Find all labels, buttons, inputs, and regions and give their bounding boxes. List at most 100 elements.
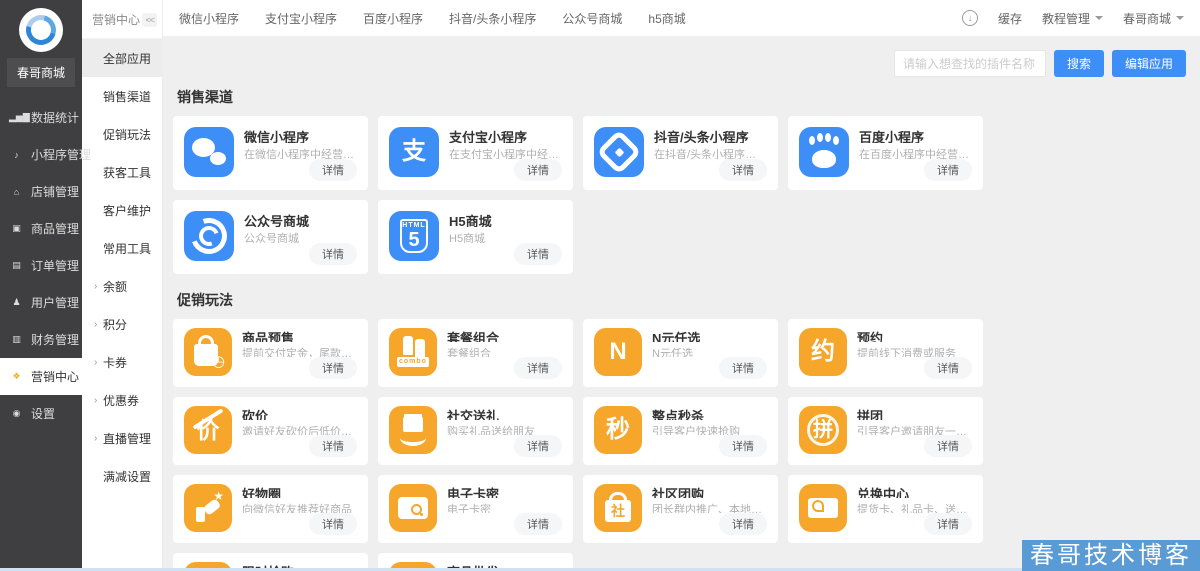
submenu-title: 营销中心: [92, 11, 140, 28]
top-navbar: 微信小程序 支付宝小程序 百度小程序 抖音/头条小程序 公众号商城 h5商城 ↓…: [163, 0, 1200, 37]
submenu-item[interactable]: 满减设置: [82, 457, 162, 495]
top-tab[interactable]: 抖音/头条小程序: [449, 10, 536, 27]
app-card-body: 抖音/头条小程序 在抖音/头条小程序中经营你的... 详情: [654, 127, 767, 181]
detail-button[interactable]: 详情: [514, 159, 562, 181]
detail-button[interactable]: 详情: [719, 513, 767, 535]
submenu-item[interactable]: 客户维护: [82, 191, 162, 229]
app-card[interactable]: 约 预约 提前线下消费或服务 详情: [788, 319, 983, 387]
detail-button[interactable]: 详情: [309, 513, 357, 535]
submenu-item[interactable]: 促销玩法: [82, 115, 162, 153]
detail-button[interactable]: 详情: [514, 357, 562, 379]
submenu-item[interactable]: › 直播管理: [82, 419, 162, 457]
detail-button[interactable]: 详情: [719, 159, 767, 181]
app-card-desc: 套餐组合: [447, 345, 562, 357]
app-card-icon: [389, 484, 437, 532]
app-card-icon: N: [594, 328, 642, 376]
section-title: 销售渠道: [177, 87, 1186, 107]
submenu-item[interactable]: 销售渠道: [82, 77, 162, 115]
chevron-right-icon: ›: [94, 281, 100, 292]
sidebar-item-label: 订单管理: [31, 257, 79, 274]
app-card[interactable]: 兑换中心 提货卡、礼品卡、送礼神器 详情: [788, 475, 983, 543]
submenu-item[interactable]: › 积分: [82, 305, 162, 343]
app-card[interactable]: ◷ 商品预售 提前交付定金，尾款享受优惠 详情: [173, 319, 368, 387]
detail-button[interactable]: 详情: [514, 513, 562, 535]
submenu-item[interactable]: › 卡券: [82, 343, 162, 381]
top-tab[interactable]: 百度小程序: [363, 10, 423, 27]
detail-button[interactable]: 详情: [514, 243, 562, 265]
sidebar-item[interactable]: ▣ 商品管理: [0, 210, 82, 247]
submenu-item[interactable]: 常用工具: [82, 229, 162, 267]
sidebar-item[interactable]: ⌂ 店铺管理: [0, 173, 82, 210]
app-card-icon: 5 HTML: [389, 211, 439, 261]
app-card[interactable]: 电子卡密 电子卡密 详情: [378, 475, 573, 543]
app-card[interactable]: 5 HTML H5商城 H5商城 详情: [378, 200, 573, 274]
top-tab[interactable]: 支付宝小程序: [265, 10, 337, 27]
icon-glyph: 支: [402, 140, 426, 164]
submenu-item-label: 销售渠道: [103, 88, 151, 105]
sidebar-item-icon: ▂▅▇: [9, 112, 24, 123]
app-card[interactable]: ★ 好物圈 向微信好友推荐好商品 详情: [173, 475, 368, 543]
detail-button[interactable]: 详情: [924, 435, 972, 457]
detail-button[interactable]: 详情: [719, 435, 767, 457]
detail-button[interactable]: 详情: [924, 159, 972, 181]
submenu-item-label: 全部应用: [103, 50, 151, 67]
submenu-item[interactable]: › 余额: [82, 267, 162, 305]
app-card-body: 商品预售 提前交付定金，尾款享受优惠 详情: [242, 328, 357, 379]
app-card[interactable]: 社 社区团购 团长群内推广、本地社区自提 详情: [583, 475, 778, 543]
app-card-body: N元任选 N元任选 详情: [652, 328, 767, 379]
submenu-item-label: 促销玩法: [103, 126, 151, 143]
detail-button[interactable]: 详情: [719, 357, 767, 379]
sidebar-item[interactable]: ♪ 小程序管理: [0, 136, 82, 173]
sidebar-item[interactable]: ❖ 营销中心: [0, 358, 82, 395]
top-tab[interactable]: 公众号商城: [562, 10, 622, 27]
download-icon[interactable]: ↓: [962, 10, 978, 26]
app-card[interactable]: 抖音/头条小程序 在抖音/头条小程序中经营你的... 详情: [583, 116, 778, 190]
app-card-icon: [184, 211, 234, 261]
sidebar-item[interactable]: ▂▅▇ 数据统计: [0, 99, 82, 136]
app-card[interactable]: 百度小程序 在百度小程序中经营你的店铺 详情: [788, 116, 983, 190]
app-card-title: 社区团购: [652, 484, 767, 498]
detail-button[interactable]: 详情: [309, 357, 357, 379]
sidebar-item[interactable]: ◉ 设置: [0, 395, 82, 432]
top-tab[interactable]: h5商城: [648, 10, 685, 27]
app-card[interactable]: 秒 整点秒杀 引导客户快速抢购 详情: [583, 397, 778, 465]
sidebar-item-icon: ◉: [9, 408, 24, 419]
search-button[interactable]: 搜索: [1054, 50, 1104, 77]
top-tab[interactable]: 微信小程序: [179, 10, 239, 27]
app-card-desc: 向微信好友推荐好商品: [242, 501, 357, 513]
app-card-icon: 拼: [799, 406, 847, 454]
submenu-item[interactable]: › 优惠券: [82, 381, 162, 419]
app-card[interactable]: 支 支付宝小程序 在支付宝小程序中经营你的店铺 详情: [378, 116, 573, 190]
sidebar-item[interactable]: ♟ 用户管理: [0, 284, 82, 321]
detail-button[interactable]: 详情: [309, 159, 357, 181]
detail-button[interactable]: 详情: [514, 435, 562, 457]
detail-button[interactable]: 详情: [309, 435, 357, 457]
sidebar-item-label: 用户管理: [31, 294, 79, 311]
app-card[interactable]: 社交送礼 购买礼品送给朋友 详情: [378, 397, 573, 465]
sidebar-item-icon: ♟: [9, 297, 24, 308]
detail-button[interactable]: 详情: [924, 513, 972, 535]
search-input[interactable]: [894, 50, 1046, 77]
submenu-item[interactable]: 全部应用: [82, 39, 162, 77]
app-card-desc: 购买礼品送给朋友: [447, 423, 562, 435]
app-card[interactable]: combo 套餐组合 套餐组合 详情: [378, 319, 573, 387]
app-card-desc: 在微信小程序中经营你的店铺: [244, 146, 357, 159]
edit-apps-button[interactable]: 编辑应用: [1112, 50, 1186, 77]
account-menu[interactable]: 春哥商城: [1123, 10, 1184, 27]
sidebar-item[interactable]: ▥ 财务管理: [0, 321, 82, 358]
detail-button[interactable]: 详情: [309, 243, 357, 265]
primary-sidebar: 春哥商城 ▂▅▇ 数据统计 ♪ 小程序管理 ⌂ 店铺管理 ▣ 商品管理 ▤: [0, 0, 82, 571]
app-card[interactable]: 价 砍价 邀请好友砍价后低价购买 详情: [173, 397, 368, 465]
app-card[interactable]: N N元任选 N元任选 详情: [583, 319, 778, 387]
cache-button[interactable]: 缓存: [998, 10, 1022, 27]
sidebar-item[interactable]: ▤ 订单管理: [0, 247, 82, 284]
app-card-body: 整点秒杀 引导客户快速抢购 详情: [652, 406, 767, 457]
submenu-item[interactable]: 获客工具: [82, 153, 162, 191]
app-card[interactable]: 拼 拼团 引导客户邀请朋友一起拼团购买 详情: [788, 397, 983, 465]
chevron-right-icon: ›: [94, 395, 100, 406]
collapse-button[interactable]: <<: [142, 13, 157, 27]
tutorial-menu[interactable]: 教程管理: [1042, 10, 1103, 27]
app-card[interactable]: 微信小程序 在微信小程序中经营你的店铺 详情: [173, 116, 368, 190]
app-card[interactable]: 公众号商城 公众号商城 详情: [173, 200, 368, 274]
detail-button[interactable]: 详情: [924, 357, 972, 379]
